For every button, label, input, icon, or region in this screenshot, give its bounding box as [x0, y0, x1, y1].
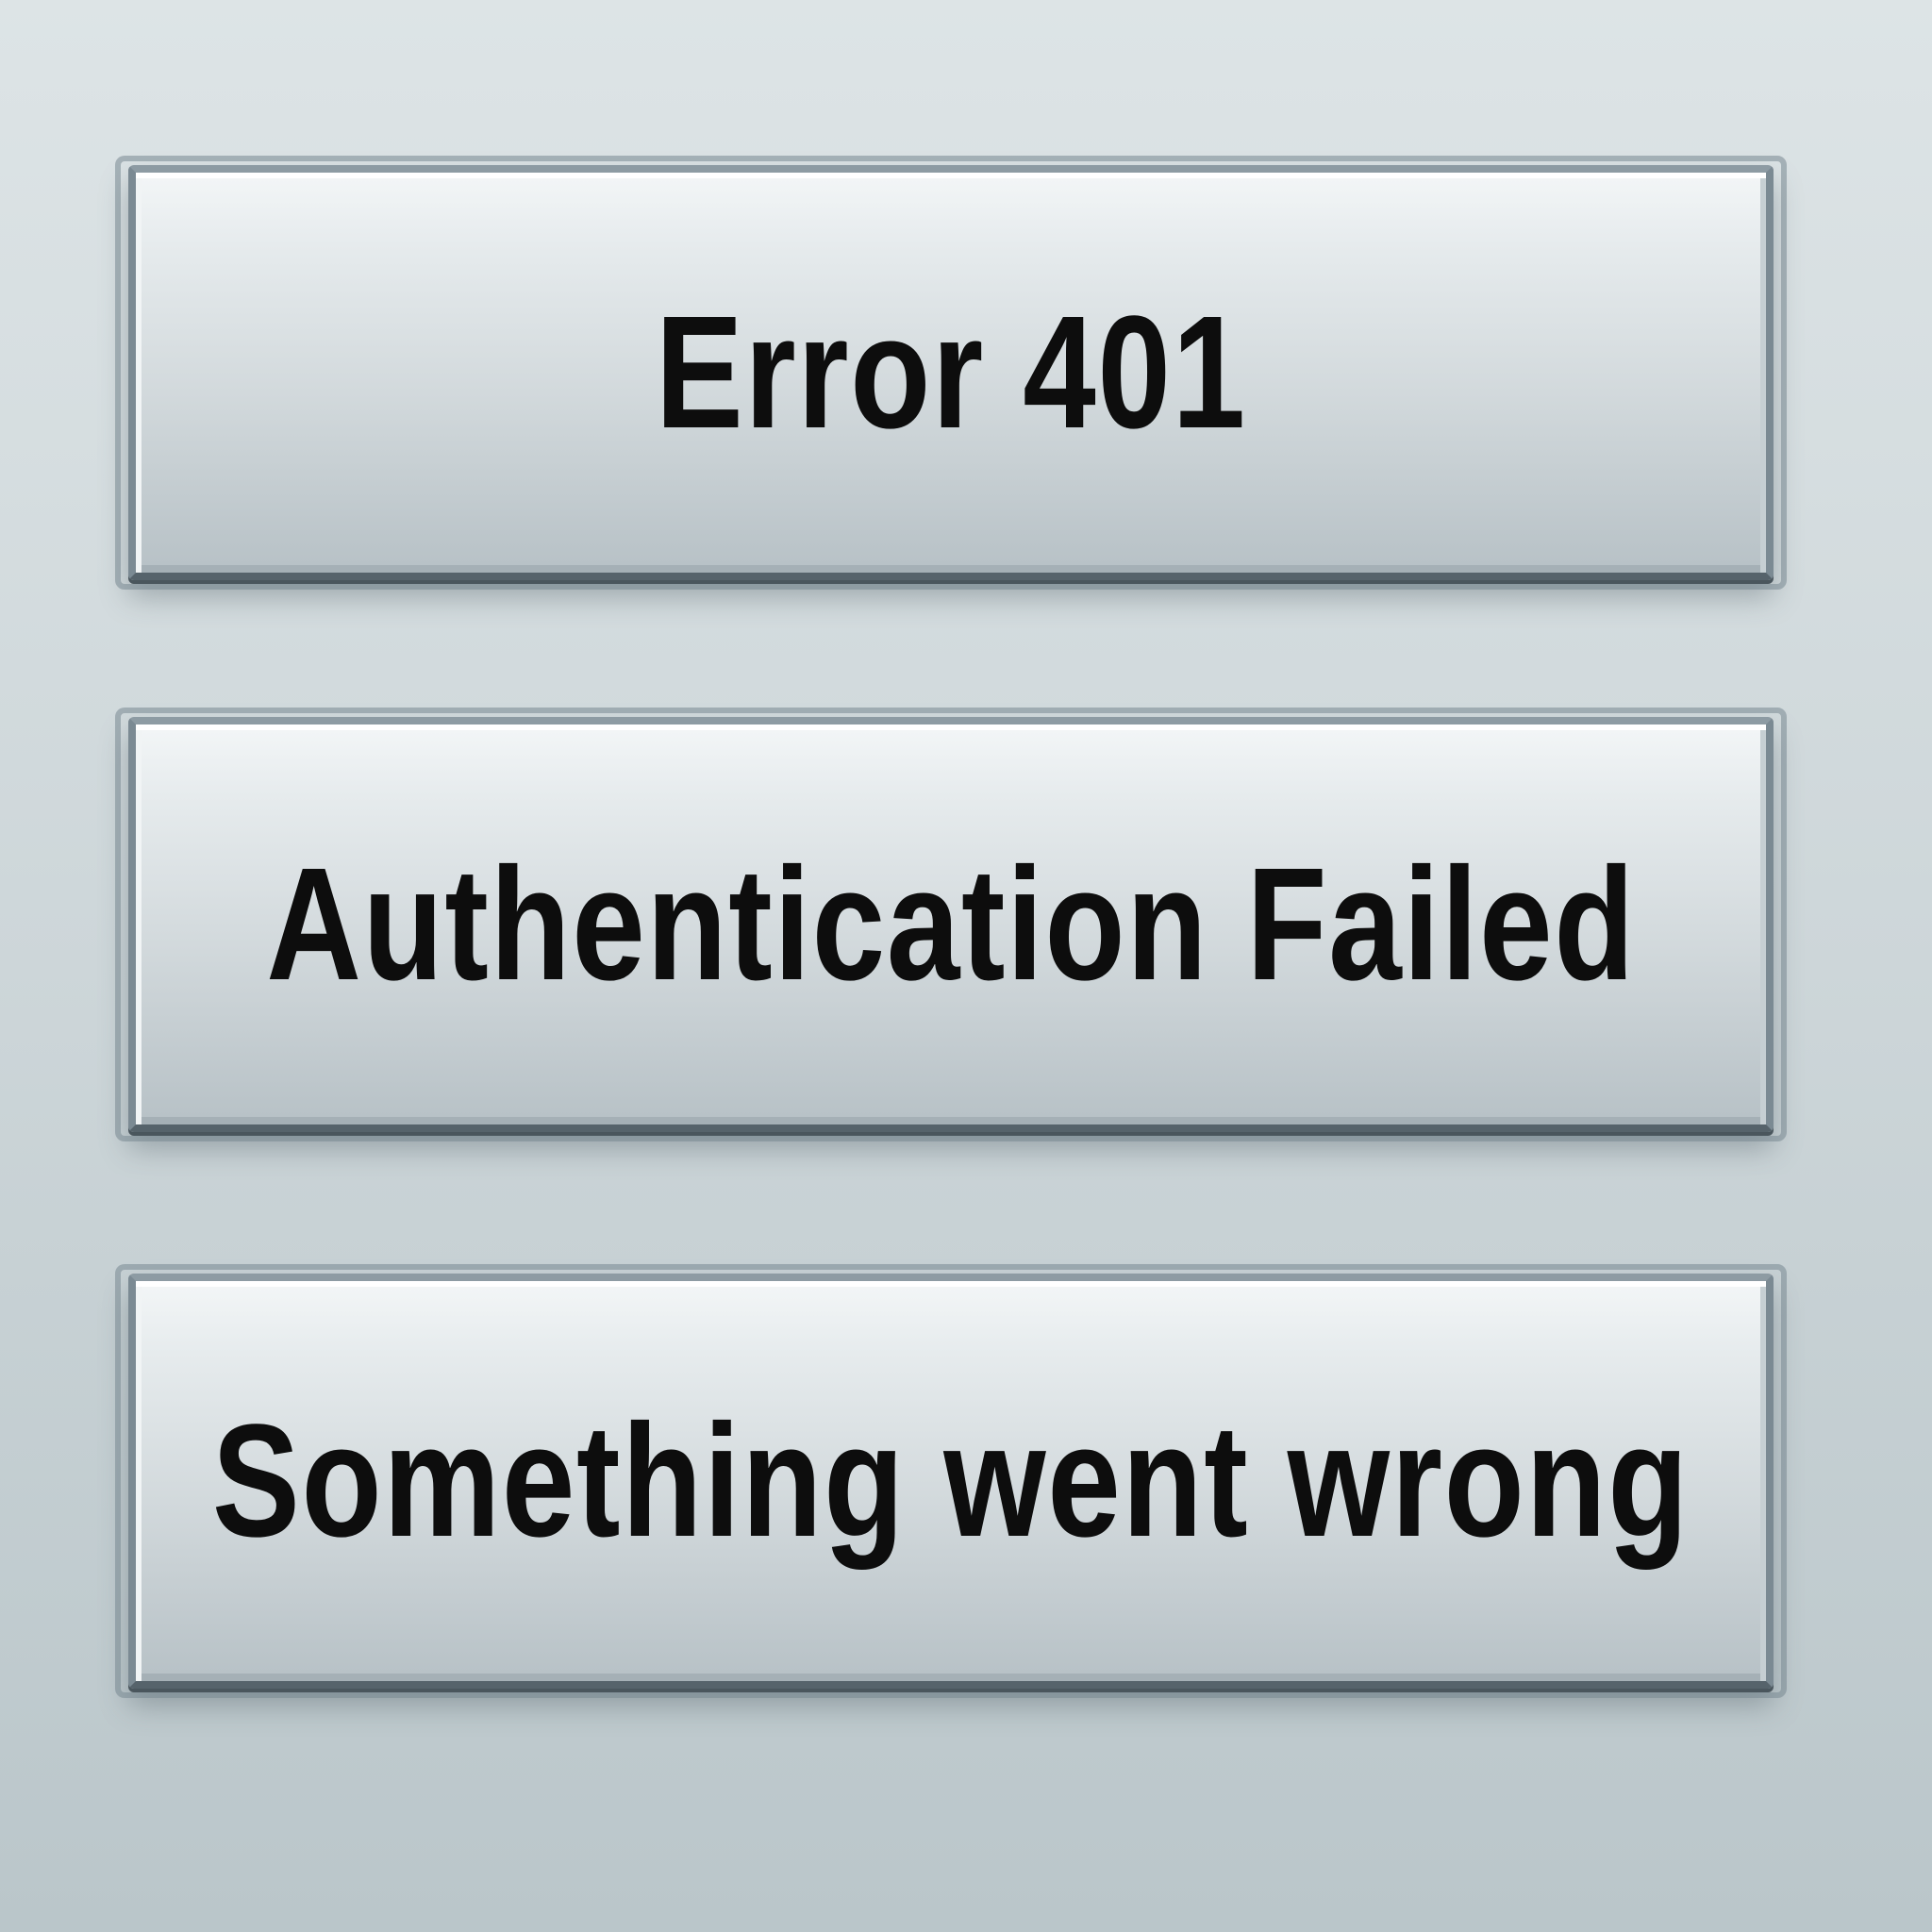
- error-code-panel: Error 401: [115, 156, 1787, 590]
- authentication-failed-panel: Authentication Failed: [115, 708, 1787, 1141]
- error-message-stack: Error 401 Authentication Failed Somethin…: [0, 0, 1932, 1932]
- generic-error-label: Something went wrong: [211, 1391, 1690, 1571]
- error-code-label: Error 401: [655, 283, 1247, 462]
- generic-error-panel: Something went wrong: [115, 1264, 1787, 1698]
- authentication-failed-label: Authentication Failed: [266, 835, 1636, 1014]
